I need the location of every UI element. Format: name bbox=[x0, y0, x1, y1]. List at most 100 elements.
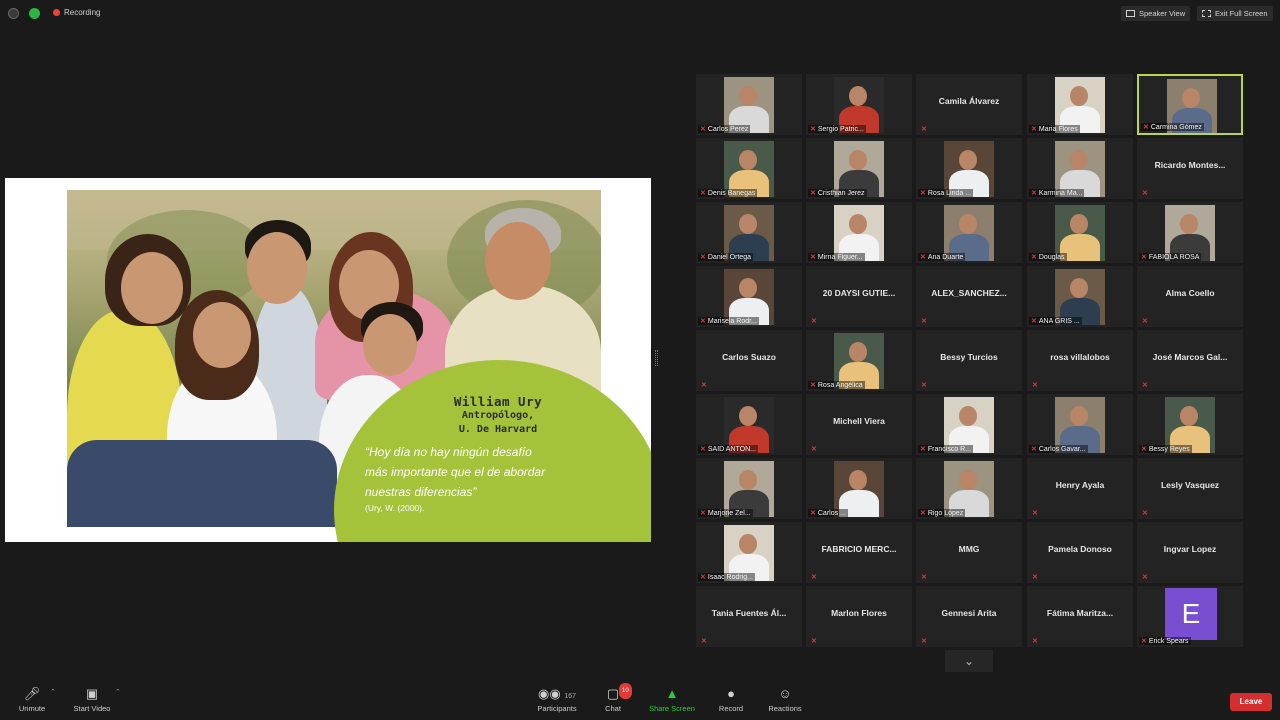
reactions-icon: ☺ bbox=[778, 686, 792, 701]
participant-tile[interactable]: Henry Ayala ✕ bbox=[1027, 458, 1133, 519]
participant-tile[interactable]: ✕ Carlos Gavar... bbox=[1027, 394, 1133, 455]
participant-tile[interactable]: ✕ Cristhian Jerez bbox=[806, 138, 912, 199]
participant-tile[interactable]: ✕ Denis Banegas bbox=[696, 138, 802, 199]
start-video-label: Start Video bbox=[73, 704, 111, 713]
leave-meeting-button[interactable]: Leave bbox=[1230, 693, 1272, 711]
participant-tile[interactable]: Lesly Vasquez ✕ bbox=[1137, 458, 1243, 519]
gallery-scroll-down-button[interactable]: ⌄ bbox=[945, 650, 993, 672]
participant-name: Francisco R... bbox=[927, 445, 972, 453]
muted-mic-icon: ✕ bbox=[701, 638, 707, 645]
participant-name-label: ✕ Rosa Angélica bbox=[808, 381, 865, 389]
participant-tile[interactable]: ✕ Rosa Angélica bbox=[806, 330, 912, 391]
participant-tile[interactable]: ✕ Rosa Linda ... bbox=[916, 138, 1022, 199]
participant-tile[interactable]: rosa villalobos ✕ bbox=[1027, 330, 1133, 391]
participant-name: Michell Viera bbox=[833, 416, 885, 426]
participant-tile[interactable]: ✕ Mirna Figuer... bbox=[806, 202, 912, 263]
participant-name-label: ✕ Carlos ... bbox=[808, 509, 848, 517]
security-shield-icon[interactable] bbox=[29, 8, 40, 19]
participant-name-label: ✕ Erick Spears bbox=[1139, 637, 1191, 645]
participant-name: Karmina Ma... bbox=[1038, 189, 1083, 197]
participant-tile[interactable]: ✕ Bessy Reyes bbox=[1137, 394, 1243, 455]
muted-mic-icon: ✕ bbox=[1143, 124, 1149, 131]
participant-tile[interactable]: Alma Coello ✕ bbox=[1137, 266, 1243, 327]
record-button[interactable]: ● Record bbox=[701, 686, 761, 713]
participant-name: Henry Ayala bbox=[1055, 480, 1105, 490]
muted-mic-icon: ✕ bbox=[1141, 446, 1147, 453]
participant-tile[interactable]: 20 DAYSI GUTIE... ✕ bbox=[806, 266, 912, 327]
participant-tile[interactable]: José Marcos Gal... ✕ bbox=[1137, 330, 1243, 391]
start-video-button[interactable]: ▣ Start Video bbox=[62, 686, 122, 713]
participant-tile[interactable]: ✕ Karmina Ma... bbox=[1027, 138, 1133, 199]
participant-tile[interactable]: ✕ FABIOLA ROSA bbox=[1137, 202, 1243, 263]
participant-tile[interactable]: Ingvar Lopez ✕ bbox=[1137, 522, 1243, 583]
participant-tile[interactable]: FABRICIO MERC... ✕ bbox=[806, 522, 912, 583]
reactions-label: Reactions bbox=[768, 704, 802, 713]
participant-tile[interactable]: Marlon Flores ✕ bbox=[806, 586, 912, 647]
participant-name: Daniel Ortega bbox=[707, 253, 752, 261]
participants-button[interactable]: ◉◉ 167 Participants bbox=[527, 686, 587, 713]
participant-tile[interactable]: ✕ Carlos Perez bbox=[696, 74, 802, 135]
participant-tile[interactable]: ✕ Francisco R... bbox=[916, 394, 1022, 455]
participant-name-label: ✕ Carlos Perez bbox=[698, 125, 751, 133]
participant-tile[interactable]: Ricardo Montes... ✕ bbox=[1137, 138, 1243, 199]
muted-mic-icon: ✕ bbox=[1031, 190, 1037, 197]
author-role-line1: Antropólogo, bbox=[461, 410, 535, 421]
exit-fullscreen-button[interactable]: Exit Full Screen bbox=[1197, 6, 1273, 21]
participant-tile[interactable]: ✕ Ana Duarte bbox=[916, 202, 1022, 263]
participant-tile[interactable]: ✕ Douglas bbox=[1027, 202, 1133, 263]
share-screen-button[interactable]: ▲ Share Screen bbox=[642, 686, 702, 713]
muted-mic-icon: ✕ bbox=[1031, 446, 1037, 453]
participant-tile[interactable]: Fátima Maritza... ✕ bbox=[1027, 586, 1133, 647]
participant-name: Maria Flores bbox=[1038, 125, 1078, 133]
muted-mic-icon: ✕ bbox=[811, 318, 817, 325]
participant-name-label: ✕ Bessy Reyes bbox=[1139, 445, 1192, 453]
participant-tile[interactable]: ✕ Rigo López bbox=[916, 458, 1022, 519]
muted-mic-icon: ✕ bbox=[811, 574, 817, 581]
recording-indicator[interactable]: Recording bbox=[53, 8, 100, 17]
participant-tile[interactable]: ✕ Sergio Patric... bbox=[806, 74, 912, 135]
participant-tile[interactable]: E ✕ Erick Spears bbox=[1137, 586, 1243, 647]
chevron-down-icon: ⌄ bbox=[963, 654, 975, 668]
muted-mic-icon: ✕ bbox=[921, 638, 927, 645]
participant-name-label: ✕ Rosa Linda ... bbox=[918, 189, 974, 197]
participant-tile[interactable]: Bessy Turcios ✕ bbox=[916, 330, 1022, 391]
participant-name: ALEX_SANCHEZ... bbox=[931, 288, 1007, 298]
participant-tile[interactable]: ✕ Maria Flores bbox=[1027, 74, 1133, 135]
participant-tile[interactable]: ✕ ANA GRIS ... bbox=[1027, 266, 1133, 327]
participant-tile[interactable]: MMG ✕ bbox=[916, 522, 1022, 583]
participant-tile[interactable]: ✕ Marisela Rodr... bbox=[696, 266, 802, 327]
participant-name-label: ✕ Francisco R... bbox=[918, 445, 974, 453]
muted-mic-icon: ✕ bbox=[811, 638, 817, 645]
participant-tile[interactable]: ✕ Marjorie Zel... bbox=[696, 458, 802, 519]
participant-tile[interactable]: Pamela Donoso ✕ bbox=[1027, 522, 1133, 583]
participant-video-head bbox=[959, 406, 977, 426]
reactions-button[interactable]: ☺ Reactions bbox=[755, 686, 815, 713]
participant-tile[interactable]: ✕ SAID ANTON... bbox=[696, 394, 802, 455]
video-options-chevron-icon[interactable]: ⌃ bbox=[115, 688, 121, 696]
muted-mic-icon: ✕ bbox=[700, 318, 706, 325]
participant-tile[interactable]: ALEX_SANCHEZ... ✕ bbox=[916, 266, 1022, 327]
participant-name: Carlos ... bbox=[817, 509, 846, 517]
participant-tile[interactable]: Michell Viera ✕ bbox=[806, 394, 912, 455]
participant-tile[interactable]: Camila Álvarez ✕ bbox=[916, 74, 1022, 135]
participant-name: Rosa Angélica bbox=[817, 381, 863, 389]
participant-name: 20 DAYSI GUTIE... bbox=[822, 288, 896, 298]
participant-name: Marjorie Zel... bbox=[707, 509, 751, 517]
participant-tile[interactable]: ✕ Daniel Ortega bbox=[696, 202, 802, 263]
participant-tile[interactable]: ✕ Isaac Rodrig... bbox=[696, 522, 802, 583]
participant-video-head bbox=[849, 470, 867, 490]
participant-name: Tania Fuentes Ál... bbox=[711, 608, 787, 618]
participant-video-head bbox=[739, 86, 757, 106]
participant-tile[interactable]: Carlos Suazo ✕ bbox=[696, 330, 802, 391]
info-icon[interactable] bbox=[8, 8, 19, 19]
audio-options-chevron-icon[interactable]: ⌃ bbox=[50, 688, 56, 696]
participant-tile[interactable]: ✕ Carlos ... bbox=[806, 458, 912, 519]
participant-tile[interactable]: Tania Fuentes Ál... ✕ bbox=[696, 586, 802, 647]
view-splitter-handle[interactable] bbox=[655, 350, 658, 366]
muted-mic-icon: ✕ bbox=[921, 318, 927, 325]
participant-tile[interactable]: Gennesi Arita ✕ bbox=[916, 586, 1022, 647]
participant-tile[interactable]: ✕ Carmina Gómez bbox=[1137, 74, 1243, 135]
speaker-view-button[interactable]: Speaker View bbox=[1121, 6, 1191, 21]
chat-button[interactable]: ▢ 10 Chat bbox=[583, 683, 643, 713]
participant-name: Lesly Vasquez bbox=[1160, 480, 1220, 490]
